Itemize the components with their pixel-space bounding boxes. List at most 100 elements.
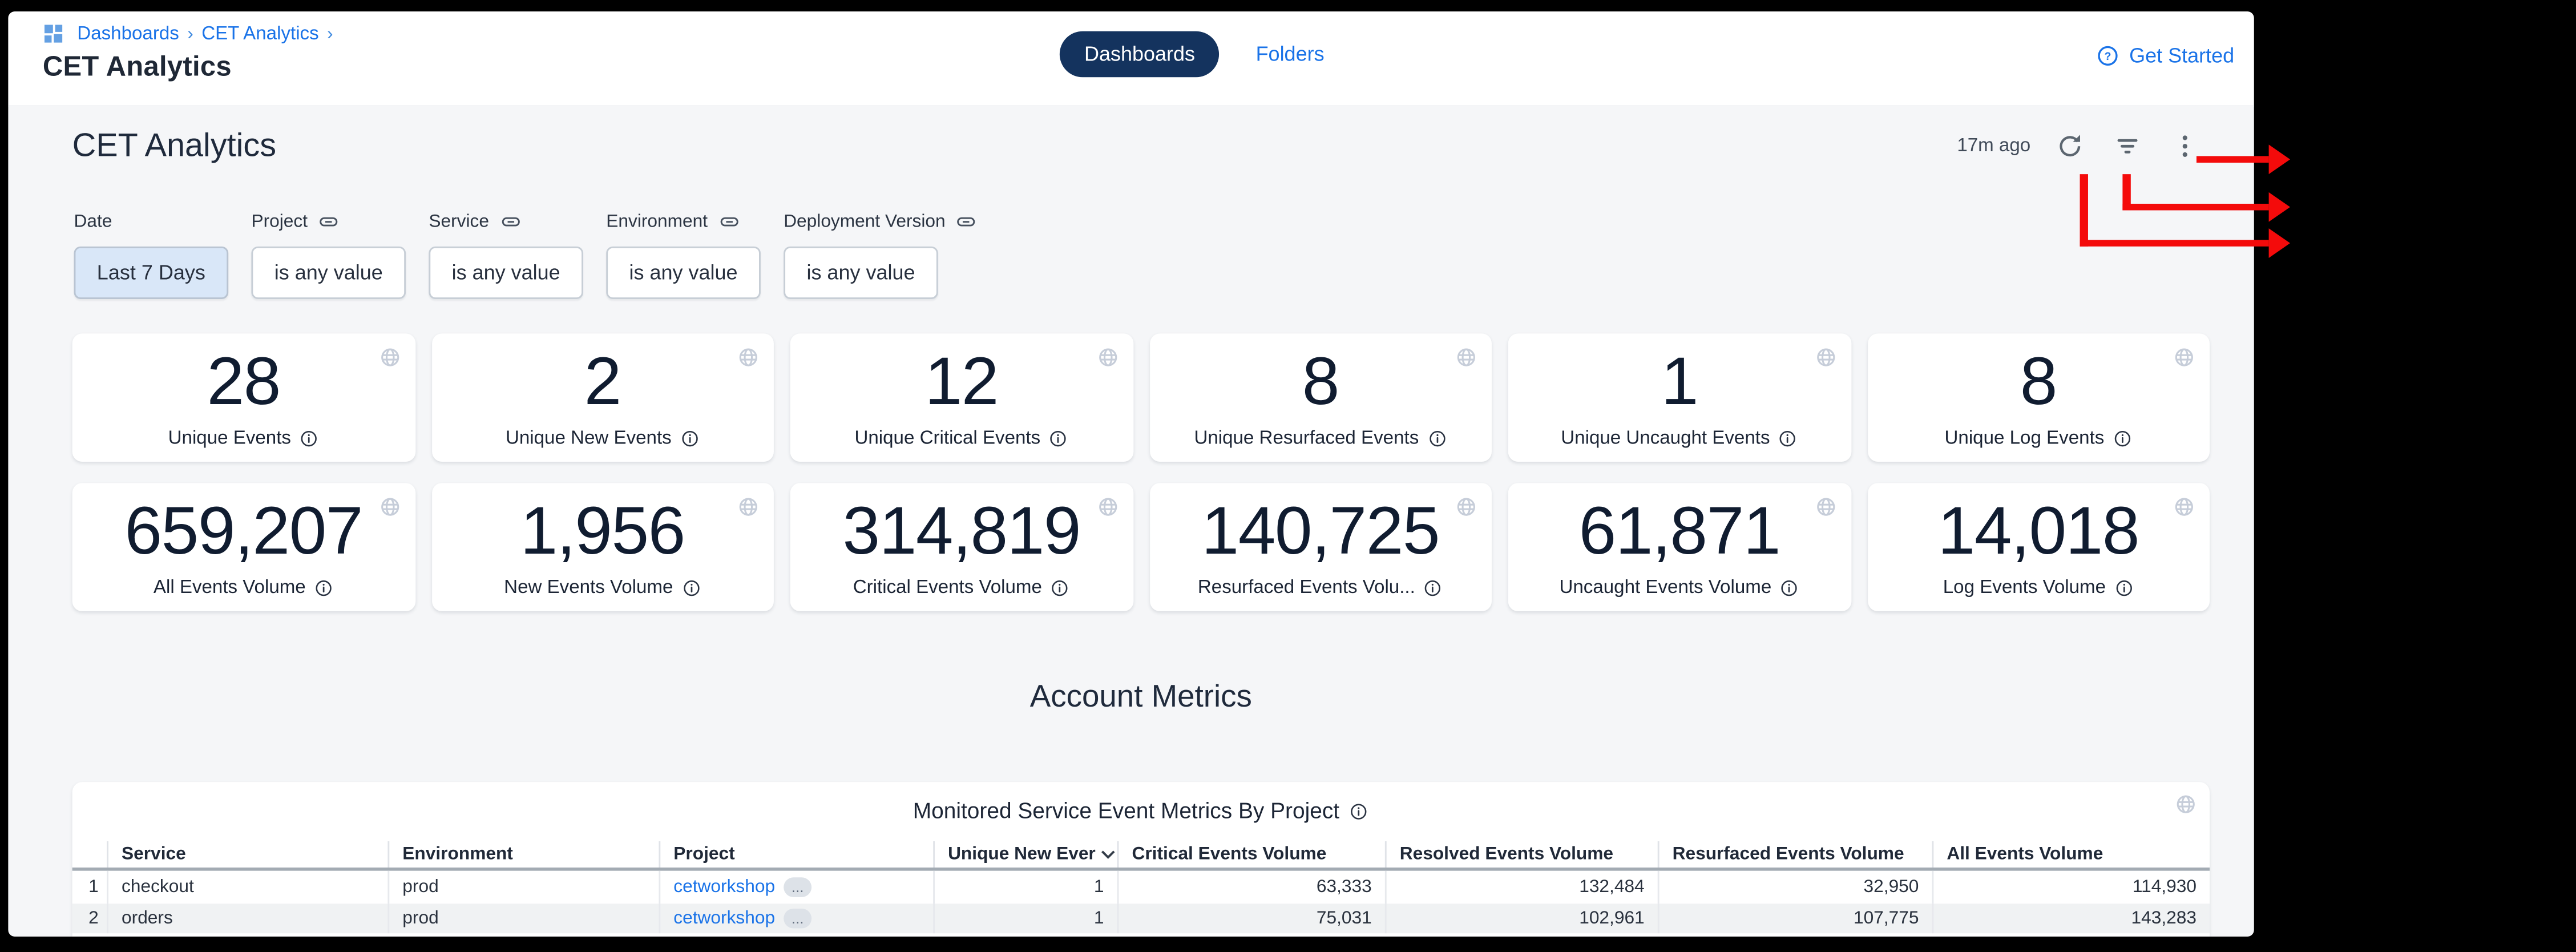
table-row: 1 checkout prod cetworkshop ... 1 63,333… bbox=[72, 871, 2210, 904]
filter-label: Project bbox=[251, 212, 308, 232]
col-header-all-events-volume[interactable]: All Events Volume bbox=[1933, 841, 2210, 868]
top-bar: Dashboards › CET Analytics › CET Analyti… bbox=[8, 11, 2254, 107]
filter-deployment-version: Deployment Version is any value bbox=[784, 210, 976, 298]
get-started-button[interactable]: ? Get Started bbox=[2097, 45, 2235, 67]
breadcrumb-link-dashboards[interactable]: Dashboards bbox=[77, 24, 179, 44]
info-icon[interactable] bbox=[2113, 429, 2133, 449]
metric-label: Unique Resurfaced Events bbox=[1194, 429, 1419, 449]
project-link[interactable]: cetworkshop bbox=[673, 877, 775, 897]
tile-unique-new-events: 2 Unique New Events bbox=[431, 333, 774, 462]
globe-icon bbox=[1456, 496, 1477, 517]
info-icon[interactable] bbox=[2114, 578, 2134, 598]
metric-value: 14,018 bbox=[1938, 495, 2139, 567]
annotation-arrow-refresh-vline bbox=[2080, 174, 2088, 247]
cell-resurfaced-events-volume: 32,950 bbox=[1660, 871, 1934, 904]
cell-resolved-events-volume: 102,961 bbox=[1387, 903, 1660, 933]
linked-filter-icon bbox=[957, 212, 977, 232]
linked-filter-icon bbox=[319, 212, 339, 232]
info-icon[interactable] bbox=[1349, 801, 1369, 821]
breadcrumb-separator: › bbox=[327, 24, 333, 44]
filter-date-value[interactable]: Last 7 Days bbox=[74, 247, 229, 299]
dashboard-toolbar: 17m ago bbox=[1957, 131, 2199, 161]
cell-environment: prod bbox=[389, 903, 660, 933]
tile-unique-resurfaced-events: 8 Unique Resurfaced Events bbox=[1149, 333, 1492, 462]
metric-value: 8 bbox=[1302, 345, 1339, 418]
globe-icon bbox=[738, 496, 759, 517]
metric-label: Resurfaced Events Volu... bbox=[1198, 578, 1415, 598]
cell-project: cetworkshop ... bbox=[660, 903, 935, 933]
filter-service-value[interactable]: is any value bbox=[429, 247, 583, 299]
col-header-unique-new-events-sorted[interactable]: Unique New Ever bbox=[935, 841, 1119, 868]
data-table: Service Environment Project Unique New E… bbox=[72, 841, 2210, 933]
info-icon[interactable] bbox=[1049, 429, 1069, 449]
filter-project-value[interactable]: is any value bbox=[251, 247, 406, 299]
metric-label: Critical Events Volume bbox=[853, 578, 1042, 598]
globe-icon bbox=[1815, 496, 1836, 517]
cell-critical-events-volume: 63,333 bbox=[1119, 871, 1386, 904]
help-question-icon: ? bbox=[2097, 45, 2119, 67]
filter-label: Date bbox=[74, 212, 112, 232]
filter-deployment-version-value[interactable]: is any value bbox=[784, 247, 938, 299]
viewport: Dashboards › CET Analytics › CET Analyti… bbox=[0, 0, 2576, 952]
metric-value: 1,956 bbox=[520, 495, 685, 567]
tile-resurfaced-events-volume: 140,725 Resurfaced Events Volu... bbox=[1149, 483, 1492, 611]
info-icon[interactable] bbox=[1780, 578, 1800, 598]
row-number: 2 bbox=[72, 903, 108, 933]
globe-icon bbox=[2175, 793, 2197, 814]
table-card: Monitored Service Event Metrics By Proje… bbox=[72, 782, 2210, 937]
info-icon[interactable] bbox=[680, 429, 700, 449]
globe-icon bbox=[379, 496, 400, 517]
tab-dashboards[interactable]: Dashboards bbox=[1060, 31, 1220, 78]
metric-label: New Events Volume bbox=[504, 578, 673, 598]
filter-service: Service is any value bbox=[429, 210, 583, 298]
filter-environment: Environment is any value bbox=[606, 210, 761, 298]
info-icon[interactable] bbox=[299, 429, 319, 449]
filter-icon[interactable] bbox=[2113, 131, 2142, 161]
project-link[interactable]: cetworkshop bbox=[673, 909, 775, 929]
table-header-row: Service Environment Project Unique New E… bbox=[72, 841, 2210, 871]
tile-unique-log-events: 8 Unique Log Events bbox=[1867, 333, 2210, 462]
info-icon[interactable] bbox=[1427, 429, 1447, 449]
metric-value: 659,207 bbox=[124, 495, 362, 567]
metric-value: 2 bbox=[584, 345, 621, 418]
cell-environment: prod bbox=[389, 871, 660, 904]
metric-label: Unique Critical Events bbox=[854, 429, 1040, 449]
info-icon[interactable] bbox=[1050, 578, 1070, 598]
metric-value: 314,819 bbox=[843, 495, 1081, 567]
filter-label: Deployment Version bbox=[784, 212, 945, 232]
metric-label: All Events Volume bbox=[154, 578, 306, 598]
info-icon[interactable] bbox=[314, 578, 334, 598]
col-header-service[interactable]: Service bbox=[108, 841, 389, 868]
metric-value: 1 bbox=[1661, 345, 1698, 418]
metric-value: 28 bbox=[207, 345, 280, 418]
annotation-arrowhead bbox=[2269, 144, 2290, 174]
filter-label: Service bbox=[429, 212, 489, 232]
project-ellipsis-badge[interactable]: ... bbox=[784, 909, 812, 929]
globe-icon bbox=[738, 346, 759, 368]
tab-folders[interactable]: Folders bbox=[1256, 43, 1325, 66]
metric-value: 8 bbox=[2020, 345, 2057, 418]
app-window: Dashboards › CET Analytics › CET Analyti… bbox=[8, 11, 2254, 937]
breadcrumb-link-cet-analytics[interactable]: CET Analytics bbox=[201, 24, 318, 44]
filter-environment-value[interactable]: is any value bbox=[606, 247, 761, 299]
col-header-environment[interactable]: Environment bbox=[389, 841, 660, 868]
table-row: 2 orders prod cetworkshop ... 1 75,031 1… bbox=[72, 903, 2210, 933]
tile-unique-critical-events: 12 Unique Critical Events bbox=[790, 333, 1133, 462]
annotation-arrow-refresh-hline bbox=[2080, 239, 2269, 247]
page-title: CET Analytics bbox=[43, 51, 333, 84]
refresh-icon[interactable] bbox=[2055, 131, 2085, 161]
last-refreshed-label: 17m ago bbox=[1957, 136, 2030, 156]
globe-icon bbox=[1097, 346, 1118, 368]
info-icon[interactable] bbox=[681, 578, 701, 598]
col-header-resolved-events-volume[interactable]: Resolved Events Volume bbox=[1387, 841, 1660, 868]
col-header-critical-events-volume[interactable]: Critical Events Volume bbox=[1119, 841, 1386, 868]
cell-unique-new-events: 1 bbox=[935, 903, 1119, 933]
info-icon[interactable] bbox=[1423, 578, 1443, 598]
kebab-menu-icon[interactable] bbox=[2170, 131, 2200, 161]
cell-service: orders bbox=[108, 903, 389, 933]
col-header-project[interactable]: Project bbox=[660, 841, 935, 868]
tile-critical-events-volume: 314,819 Critical Events Volume bbox=[790, 483, 1133, 611]
info-icon[interactable] bbox=[1778, 429, 1798, 449]
project-ellipsis-badge[interactable]: ... bbox=[784, 877, 812, 897]
col-header-resurfaced-events-volume[interactable]: Resurfaced Events Volume bbox=[1660, 841, 1934, 868]
